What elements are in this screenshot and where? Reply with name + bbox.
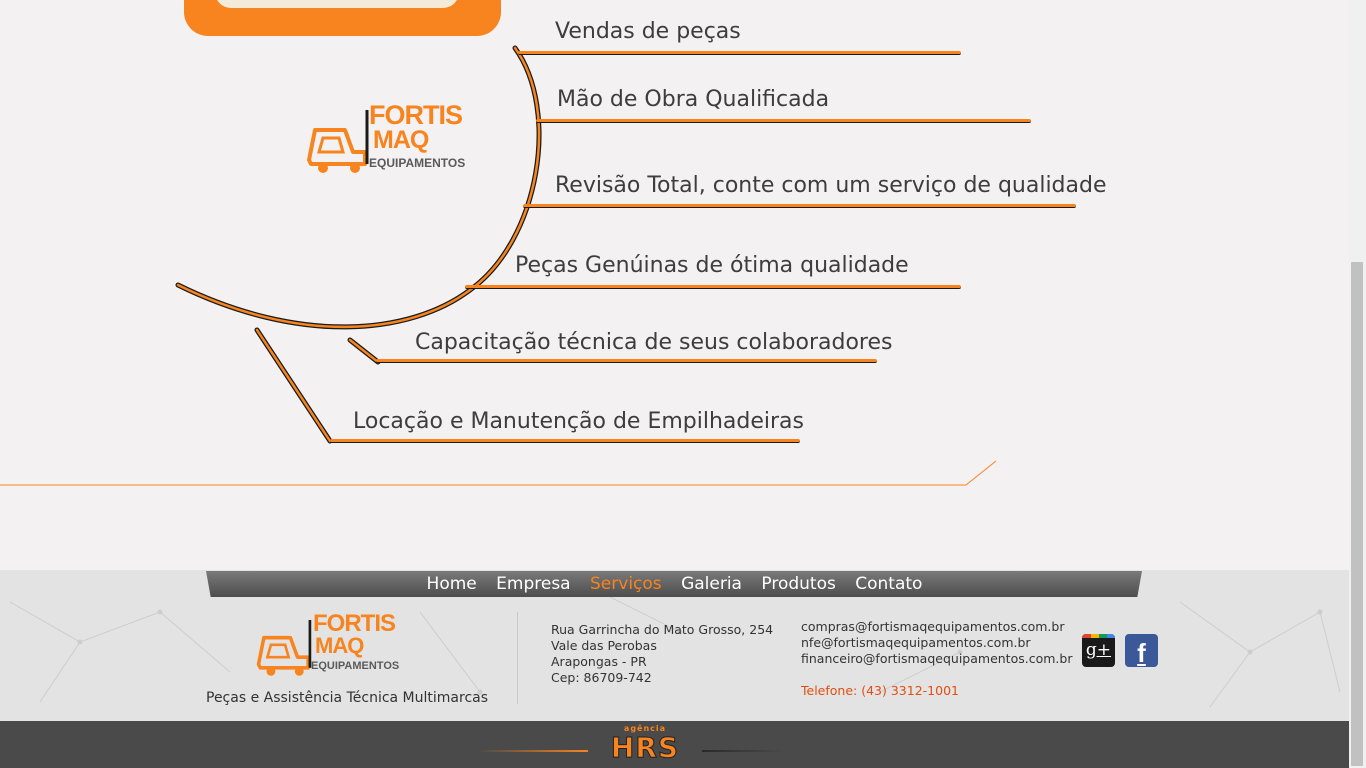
scrollbar-thumb[interactable]	[1351, 262, 1363, 766]
email-link[interactable]: nfe@fortismaqequipamentos.com.br	[801, 635, 1072, 651]
brand-logo: FORTIS MAQ EQUIPAMENTOS	[305, 100, 480, 175]
nav-galeria[interactable]: Galeria	[681, 574, 742, 594]
footer-emails: compras@fortismaqequipamentos.com.br nfe…	[801, 619, 1072, 667]
footer-tagline: Peças e Assistência Técnica Multimarcas	[206, 690, 489, 706]
agency-logo[interactable]: agência HRS	[598, 724, 692, 765]
nav-home[interactable]: Home	[427, 574, 477, 594]
forklift-icon	[307, 110, 369, 173]
email-link[interactable]: compras@fortismaqequipamentos.com.br	[801, 619, 1072, 635]
facebook-icon[interactable]: f	[1125, 634, 1158, 668]
nav-servicos[interactable]: Serviços	[590, 574, 662, 594]
address-line: Rua Garrincha do Mato Grosso, 254	[551, 622, 774, 637]
service-item-mao-de-obra: Mão de Obra Qualificada	[557, 87, 830, 112]
service-line-locacao	[330, 439, 800, 443]
service-line-mao-de-obra	[536, 119, 1031, 123]
google-plus-glyph: g+	[1085, 640, 1112, 660]
footer-address: Rua Garrincha do Mato Grosso, 254 Vale d…	[551, 622, 773, 686]
main-nav: Home Empresa Serviços Galeria Produtos C…	[0, 572, 1349, 596]
facebook-glyph: f	[1137, 638, 1146, 668]
agency-line-right	[702, 750, 784, 752]
service-item-capacitacao: Capacitação técnica de seus colaboradore…	[415, 330, 893, 355]
service-item-revisao: Revisão Total, conte com um serviço de q…	[555, 173, 1107, 198]
service-item-pecas: Peças Genúinas de ótima qualidade	[515, 253, 909, 278]
logo-maq: MAQ	[373, 126, 429, 154]
agency-line-left	[478, 750, 588, 752]
footer-logo-maq: MAQ	[315, 633, 364, 658]
footer-logo[interactable]: FORTIS MAQ EQUIPAMENTOS	[255, 612, 415, 677]
service-item-vendas: Vendas de peças	[555, 19, 741, 44]
address-line: Arapongas - PR	[551, 654, 647, 669]
nav-empresa[interactable]: Empresa	[496, 574, 570, 594]
footer-phone: Telefone: (43) 3312-1001	[801, 683, 959, 698]
agency-name: HRS	[610, 731, 680, 765]
logo-fortis: FORTIS	[369, 100, 463, 130]
footer-logo-equipamentos: EQUIPAMENTOS	[311, 660, 400, 672]
service-line-vendas	[518, 51, 961, 55]
address-line: Cep: 86709-742	[551, 670, 652, 685]
email-link[interactable]: financeiro@fortismaqequipamentos.com.br	[801, 651, 1072, 667]
address-line: Vale das Perobas	[551, 638, 657, 653]
service-line-pecas	[465, 285, 961, 289]
service-line-capacitacao	[376, 359, 877, 363]
service-item-locacao: Locação e Manutenção de Empilhadeiras	[353, 409, 804, 434]
footer-divider	[517, 612, 518, 704]
google-plus-icon[interactable]: g+	[1082, 634, 1115, 667]
nav-contato[interactable]: Contato	[855, 574, 922, 594]
logo-equipamentos: EQUIPAMENTOS	[369, 156, 466, 170]
nav-produtos[interactable]: Produtos	[761, 574, 835, 594]
service-line-revisao	[523, 204, 1076, 208]
footer-forklift-icon	[256, 619, 312, 676]
